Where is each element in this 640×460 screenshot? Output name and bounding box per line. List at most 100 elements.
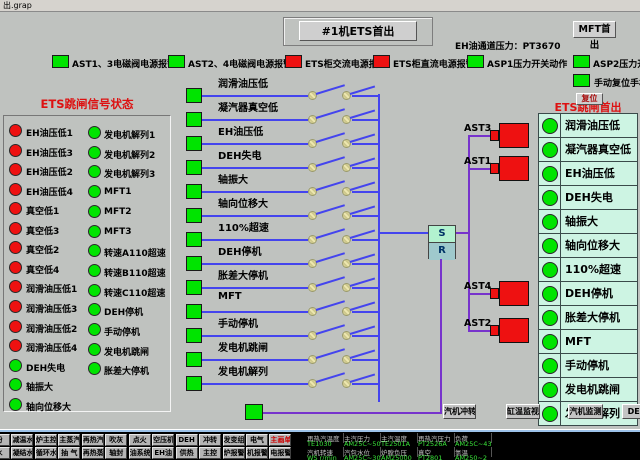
signal-label: MFT2 xyxy=(104,207,132,217)
ast-valve-block xyxy=(499,156,529,181)
first-out-lamp-cell xyxy=(538,377,561,402)
signal-lamp-icon xyxy=(88,323,101,336)
trip-input-lamp-icon xyxy=(186,352,202,367)
taskbar-button[interactable]: 冲转 xyxy=(199,434,221,446)
taskbar-button[interactable]: 粉 xyxy=(0,434,10,446)
first-out-lamp-icon xyxy=(542,286,558,302)
ast-valve-block xyxy=(499,281,529,306)
taskbar-button[interactable]: 电气 xyxy=(246,434,268,446)
first-out-lamp-cell xyxy=(538,137,561,162)
taskbar-button[interactable]: 再热蒸 xyxy=(82,447,104,459)
contact-blade-icon xyxy=(316,348,345,359)
signal-label: 真空低1 xyxy=(26,204,59,217)
sr-reset-wire xyxy=(440,259,442,413)
first-out-label: MFT xyxy=(560,329,638,354)
contact-blade-icon xyxy=(316,228,345,239)
taskbar-button[interactable]: 凝结水 xyxy=(11,447,33,459)
signal-wire xyxy=(202,191,308,193)
trip-input-lamp-icon xyxy=(186,328,202,343)
manual-reset-button[interactable]: 复位 xyxy=(576,93,603,105)
sr-reset-wire xyxy=(263,412,442,414)
first-out-label: 手动停机 xyxy=(560,353,638,378)
nav-button[interactable]: 汽机监测 xyxy=(568,404,603,419)
first-out-lamp-icon xyxy=(542,358,558,374)
taskbar-button[interactable]: 主蒸汽 xyxy=(58,434,80,446)
taskbar-button[interactable]: 主控 xyxy=(199,447,221,459)
taskbar-button[interactable]: 再热汽 xyxy=(82,434,104,446)
taskbar-button[interactable]: EH油 xyxy=(152,447,174,459)
trip-signal-label: MFT xyxy=(218,291,242,302)
contact-blade-icon xyxy=(350,85,375,95)
taskbar-button[interactable]: 轴封 xyxy=(105,447,127,459)
signal-lamp-icon xyxy=(9,398,22,411)
trip-input-lamp-icon xyxy=(186,280,202,295)
legend-lamp-icon xyxy=(168,55,185,68)
legend-lamp-icon xyxy=(285,55,302,68)
contact-blade-icon xyxy=(350,373,375,383)
first-out-label: 胀差大停机 xyxy=(560,305,638,330)
signal-label: EH油压低1 xyxy=(26,126,73,139)
sr-flipflop-block: S R xyxy=(428,225,456,259)
taskbar-button[interactable]: 供热 xyxy=(176,447,198,459)
signal-label: 发电机解列2 xyxy=(104,148,155,161)
legend-lamp-icon xyxy=(467,55,484,68)
taskbar-button[interactable]: 油系统 xyxy=(129,447,151,459)
first-out-label: 润滑油压低 xyxy=(560,113,638,138)
signal-lamp-icon xyxy=(9,163,22,176)
reset-source-lamp-icon xyxy=(245,404,263,420)
taskbar-button[interactable]: 主画单 xyxy=(269,434,291,446)
ast-label: AST3 xyxy=(464,123,492,134)
signal-label: 润滑油压低1 xyxy=(26,282,77,295)
taskbar-button[interactable]: 抽 气 xyxy=(58,447,80,459)
signal-label: 发电机解列1 xyxy=(104,128,155,141)
legend-label: AST1、3电磁阀电源报警 xyxy=(72,57,176,70)
signal-wire xyxy=(352,143,379,145)
signal-lamp-icon xyxy=(9,320,22,333)
nav-button[interactable]: 缸温监视 xyxy=(506,404,540,419)
taskbar-button[interactable]: 空压机 xyxy=(152,434,174,446)
taskbar-button[interactable]: 机报警 xyxy=(246,447,268,459)
nav-button[interactable]: DEH xyxy=(622,404,640,419)
nav-button[interactable]: 汽机冲转 xyxy=(443,404,476,419)
taskbar-button[interactable]: 循环水 xyxy=(35,447,57,459)
trip-input-lamp-icon xyxy=(186,256,202,271)
signal-wire xyxy=(202,287,308,289)
legend-label: AST2、4电磁阀电源报警 xyxy=(188,57,292,70)
signal-wire xyxy=(352,191,379,193)
mft-first-out-button[interactable]: MFT首出 xyxy=(573,21,616,38)
signal-wire xyxy=(352,263,379,265)
trip-signal-label: 发电机跳闸 xyxy=(218,339,268,354)
signal-lamp-icon xyxy=(9,124,22,137)
ets-first-out-button[interactable]: #1机ETS首出 xyxy=(299,21,417,41)
taskbar-button[interactable]: DEH xyxy=(176,434,198,446)
trip-input-lamp-icon xyxy=(186,232,202,247)
ast-label: AST1 xyxy=(464,156,492,167)
ast-connector-block xyxy=(490,163,499,174)
hmi-screen: 出.grap #1机ETS首出 MFT首出 EH油通道压力：PT3670 ETS… xyxy=(0,0,640,460)
signal-lamp-icon xyxy=(88,126,101,139)
trip-input-lamp-icon xyxy=(186,304,202,319)
signal-wire xyxy=(202,311,308,313)
trip-signal-label: 轴振大 xyxy=(218,171,248,186)
first-out-lamp-icon xyxy=(542,142,558,158)
taskbar-button[interactable]: 水 xyxy=(0,447,10,459)
signal-label: 润滑油压低4 xyxy=(26,341,77,354)
trip-bus-wire xyxy=(378,94,380,402)
legend-lamp-icon xyxy=(52,55,69,68)
taskbar-button[interactable]: 减温水 xyxy=(11,434,33,446)
signal-label: 轴振大 xyxy=(26,380,53,393)
contact-blade-icon xyxy=(350,133,375,143)
taskbar-button[interactable]: 发变组 xyxy=(223,434,245,446)
taskbar-button[interactable]: 炉主控 xyxy=(35,434,57,446)
taskbar-button[interactable]: 吹灰 xyxy=(105,434,127,446)
trip-signal-label: DEH停机 xyxy=(218,243,262,258)
contact-blade-icon xyxy=(350,229,375,239)
taskbar-button[interactable]: 炉报警 xyxy=(223,447,245,459)
taskbar-button[interactable]: 点火 xyxy=(129,434,151,446)
contact-blade-icon xyxy=(316,204,345,215)
trip-signal-label: 润滑油压低 xyxy=(218,75,268,90)
signal-lamp-icon xyxy=(9,261,22,274)
ast-label: AST2 xyxy=(464,318,492,329)
taskbar-button[interactable]: 电报警 xyxy=(269,447,291,459)
contact-blade-icon xyxy=(350,109,375,119)
